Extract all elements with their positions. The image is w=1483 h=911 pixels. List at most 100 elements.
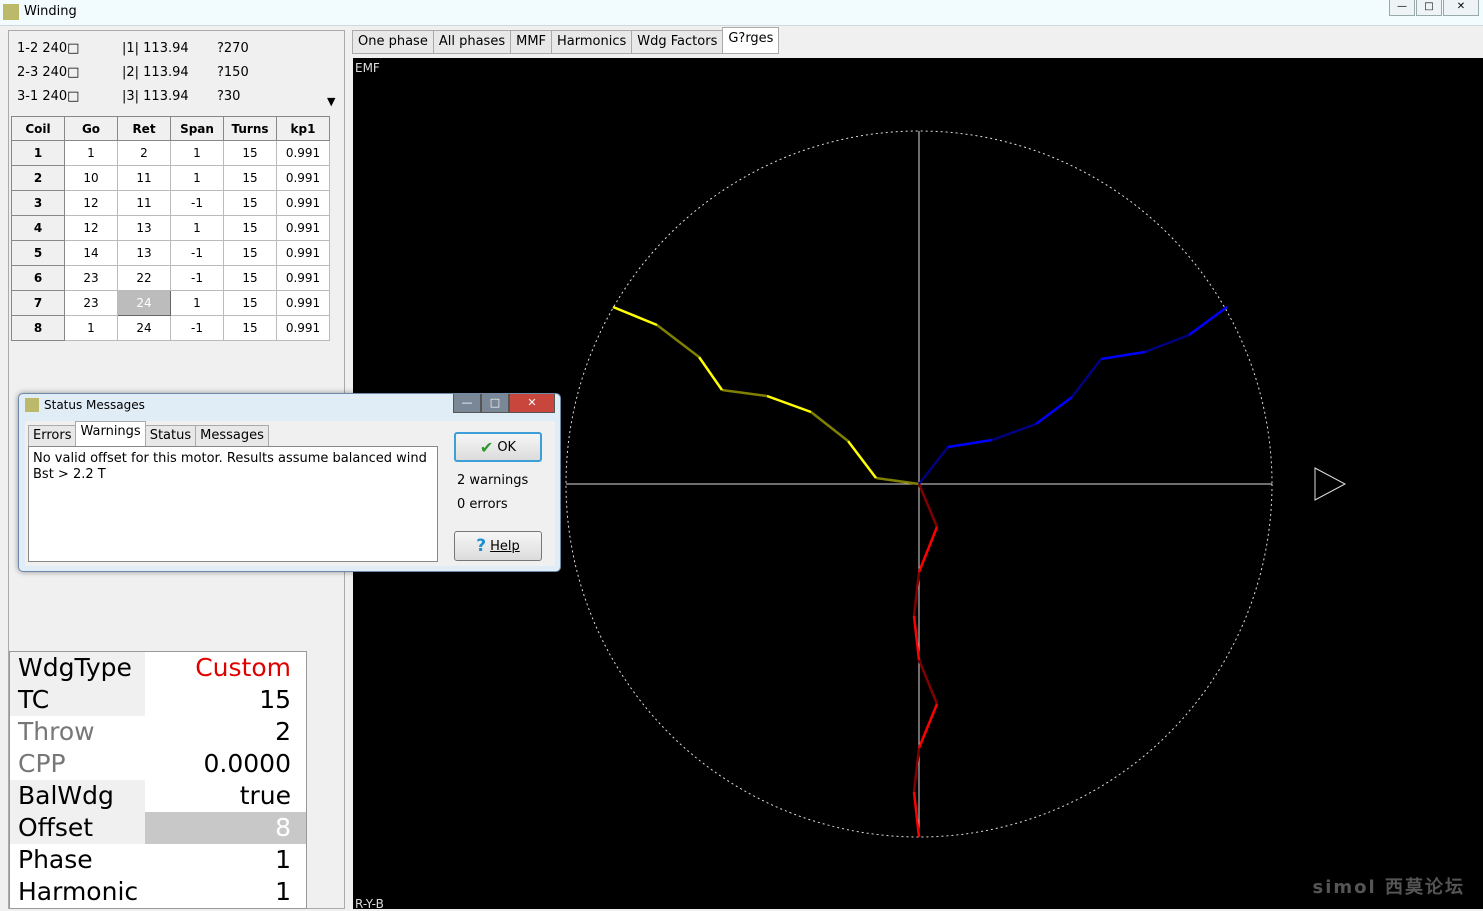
tab-harmonics[interactable]: Harmonics — [551, 30, 633, 54]
table-cell[interactable]: -1 — [170, 315, 224, 341]
info-b: |2| 113.94 — [122, 65, 189, 80]
table-cell[interactable]: 0.991 — [276, 140, 330, 166]
phasor-segment — [918, 446, 949, 485]
info-row: 1-2 240□ |1| 113.94 ?270 — [17, 41, 249, 65]
table-cell[interactable]: 1 — [64, 140, 118, 166]
phasor-segment — [721, 388, 768, 398]
table-cell[interactable]: 0.991 — [276, 265, 330, 291]
dialog-maximize-button[interactable]: □ — [481, 394, 509, 413]
table-cell[interactable]: -1 — [170, 240, 224, 266]
table-cell[interactable]: 1 — [170, 140, 224, 166]
dialog-tab-warnings[interactable]: Warnings — [75, 421, 146, 447]
property-row: TC 15 — [10, 684, 306, 716]
close-button[interactable]: ✕ — [1443, 0, 1479, 16]
table-row: 7 23 24 1 15 0.991 — [11, 290, 330, 316]
property-row: BalWdg true — [10, 780, 306, 812]
tab-all-phases[interactable]: All phases — [432, 30, 512, 54]
minimize-button[interactable]: — — [1389, 0, 1415, 16]
table-cell[interactable]: 14 — [64, 240, 118, 266]
tab-wdg-factors[interactable]: Wdg Factors — [631, 30, 724, 54]
tab-one-phase[interactable]: One phase — [352, 30, 434, 54]
phasor-segment — [912, 747, 921, 793]
table-cell[interactable]: 15 — [223, 315, 277, 341]
table-cell[interactable]: 1 — [170, 290, 224, 316]
phasor-segment — [810, 411, 849, 442]
property-value[interactable]: 2 — [145, 716, 306, 748]
messages-box[interactable]: No valid offset for this motor. Results … — [28, 446, 438, 562]
table-cell[interactable]: 15 — [223, 165, 277, 191]
table-cell[interactable]: 0.991 — [276, 215, 330, 241]
dialog-close-button[interactable]: ✕ — [509, 394, 555, 413]
table-cell[interactable]: 13 — [117, 240, 171, 266]
property-value[interactable]: 8 — [145, 812, 306, 844]
column-header[interactable]: Coil — [11, 116, 65, 141]
property-key: Phase — [10, 844, 145, 876]
table-cell[interactable]: 15 — [223, 265, 277, 291]
table-cell[interactable]: 2 — [117, 140, 171, 166]
table-cell[interactable]: 1 — [170, 215, 224, 241]
table-cell[interactable]: 12 — [64, 215, 118, 241]
phasor-segment — [917, 703, 939, 749]
table-cell[interactable]: 1 — [64, 315, 118, 341]
table-cell[interactable]: 3 — [11, 190, 65, 216]
ok-button[interactable]: ✔ OK — [454, 432, 542, 462]
table-cell[interactable]: 15 — [223, 215, 277, 241]
maximize-button[interactable]: □ — [1416, 0, 1442, 16]
table-cell[interactable]: 15 — [223, 140, 277, 166]
property-value[interactable]: true — [145, 780, 306, 812]
dialog-tab-status[interactable]: Status — [144, 425, 197, 447]
table-cell[interactable]: 5 — [11, 240, 65, 266]
dialog-tab-messages[interactable]: Messages — [195, 425, 269, 447]
property-row: Offset 8 — [10, 812, 306, 844]
table-cell[interactable]: 11 — [117, 190, 171, 216]
phasor-segment — [1188, 305, 1228, 337]
table-cell[interactable]: 0.991 — [276, 165, 330, 191]
property-value[interactable]: 0.0000 — [145, 748, 306, 780]
table-cell[interactable]: 24 — [117, 290, 171, 316]
table-cell[interactable]: 11 — [117, 165, 171, 191]
table-cell[interactable]: 6 — [11, 265, 65, 291]
table-row: 4 12 13 1 15 0.991 — [11, 215, 330, 241]
table-cell[interactable]: 15 — [223, 240, 277, 266]
status-messages-dialog: Status Messages — □ ✕ Errors Warnings Stat… — [18, 393, 561, 572]
table-cell[interactable]: 0.991 — [276, 240, 330, 266]
tab-g-rges[interactable]: G?rges — [722, 27, 780, 54]
table-cell[interactable]: 1 — [11, 140, 65, 166]
column-header[interactable]: Turns — [223, 116, 277, 141]
column-header[interactable]: kp1 — [276, 116, 330, 141]
dropdown-arrow-icon[interactable]: ▼ — [327, 95, 335, 108]
table-cell[interactable]: 0.991 — [276, 190, 330, 216]
table-cell[interactable]: 1 — [170, 165, 224, 191]
direction-arrow-icon — [1314, 467, 1347, 501]
table-cell[interactable]: 8 — [11, 315, 65, 341]
column-header[interactable]: Span — [170, 116, 224, 141]
property-value[interactable]: 1 — [145, 876, 306, 908]
property-value[interactable]: 1 — [145, 844, 306, 876]
column-header[interactable]: Ret — [117, 116, 171, 141]
phasor-segment — [847, 440, 877, 479]
dialog-tab-errors[interactable]: Errors — [28, 425, 77, 447]
table-cell[interactable]: 2 — [11, 165, 65, 191]
tab-mmf[interactable]: MMF — [510, 30, 553, 54]
table-cell[interactable]: 0.991 — [276, 290, 330, 316]
table-cell[interactable]: 24 — [117, 315, 171, 341]
table-cell[interactable]: 15 — [223, 190, 277, 216]
table-cell[interactable]: 13 — [117, 215, 171, 241]
dialog-minimize-button[interactable]: — — [453, 394, 481, 413]
column-header[interactable]: Go — [64, 116, 118, 141]
table-cell[interactable]: 23 — [64, 265, 118, 291]
property-value[interactable]: Custom — [145, 652, 306, 684]
table-cell[interactable]: -1 — [170, 265, 224, 291]
table-cell[interactable]: 12 — [64, 190, 118, 216]
table-cell[interactable]: 22 — [117, 265, 171, 291]
phasor-segment — [912, 571, 921, 617]
table-cell[interactable]: 15 — [223, 290, 277, 316]
table-cell[interactable]: -1 — [170, 190, 224, 216]
table-cell[interactable]: 4 — [11, 215, 65, 241]
table-cell[interactable]: 7 — [11, 290, 65, 316]
property-value[interactable]: 15 — [145, 684, 306, 716]
table-cell[interactable]: 0.991 — [276, 315, 330, 341]
help-button[interactable]: ? Help — [454, 531, 542, 561]
table-cell[interactable]: 10 — [64, 165, 118, 191]
table-cell[interactable]: 23 — [64, 290, 118, 316]
